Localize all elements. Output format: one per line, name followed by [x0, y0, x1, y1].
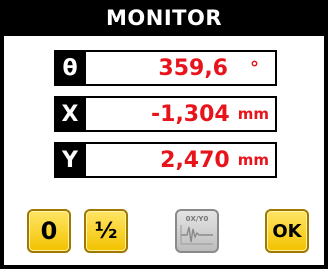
readout-label: X	[54, 96, 86, 132]
waveform-label: 0X/Y0	[185, 215, 209, 223]
monitor-window: MONITOR θ 359,6 ° X -1,304 mm Y 2,470 mm…	[0, 0, 328, 269]
readout-theta: θ 359,6 °	[54, 50, 277, 86]
ok-button[interactable]: OK	[265, 209, 309, 253]
readout-unit: mm	[237, 151, 269, 169]
waveform-button[interactable]: 0X/Y0	[175, 209, 219, 253]
readout-label: Y	[54, 142, 86, 178]
window-title: MONITOR	[106, 6, 222, 30]
readout-value: 2,470	[160, 147, 230, 173]
readout-unit: mm	[237, 105, 269, 123]
readout-value-box: -1,304 mm	[86, 96, 277, 132]
readout-y: Y 2,470 mm	[54, 142, 277, 178]
readout-unit: °	[250, 57, 259, 79]
readout-x: X -1,304 mm	[54, 96, 277, 132]
readout-value: -1,304	[151, 101, 230, 127]
readout-label: θ	[54, 50, 86, 86]
zero-button[interactable]: 0	[27, 209, 71, 253]
half-button[interactable]: ½	[84, 209, 128, 253]
readout-value-box: 2,470 mm	[86, 142, 277, 178]
readout-value-box: 359,6 °	[86, 50, 277, 86]
waveform-icon	[180, 225, 213, 245]
readout-value: 359,6	[158, 55, 228, 81]
